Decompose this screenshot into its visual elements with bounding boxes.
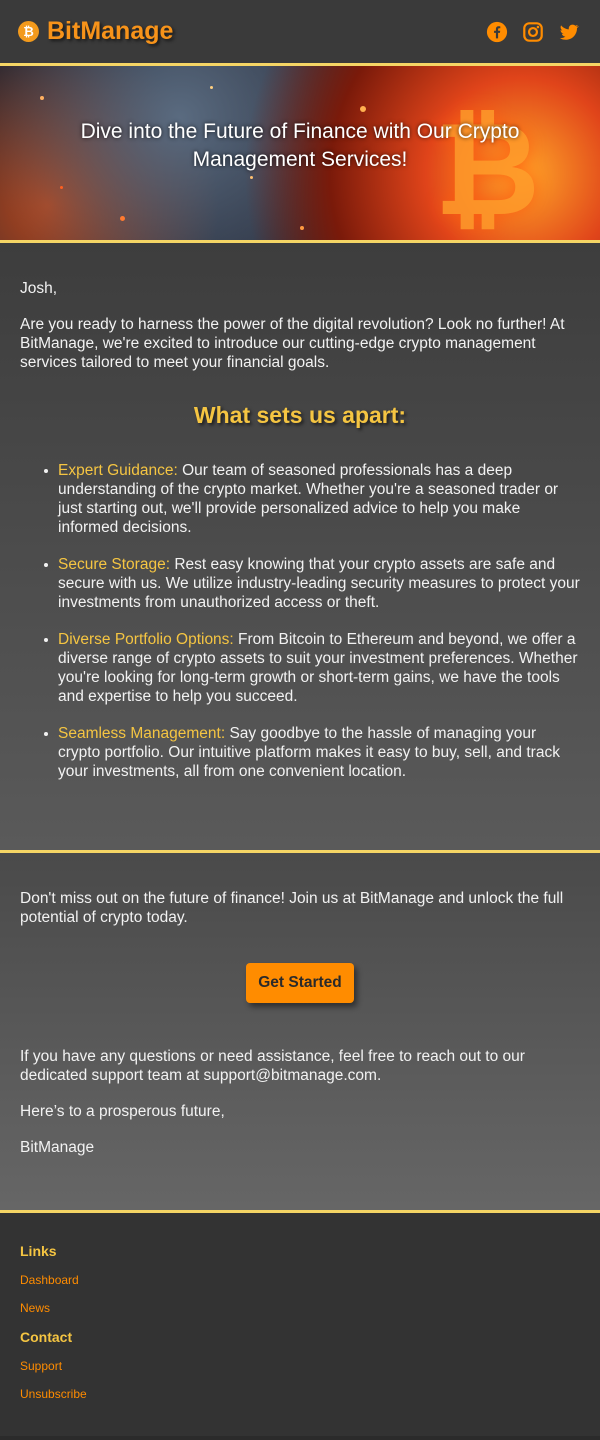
intro-text: Are you ready to harness the power of th… xyxy=(20,316,565,371)
section-title: What sets us apart: xyxy=(193,402,407,428)
feature-title: Secure Storage: xyxy=(58,556,171,573)
greeting: Josh, xyxy=(20,280,58,297)
bitcoin-logo-icon: ₿ xyxy=(18,21,39,42)
unsubscribe-link[interactable]: Unsubscribe xyxy=(20,1387,580,1401)
twitter-icon[interactable] xyxy=(558,21,580,43)
support-text: If you have any questions or need assist… xyxy=(20,1048,525,1084)
footer-links-heading: Links xyxy=(20,1243,57,1259)
feature-title: Diverse Portfolio Options: xyxy=(58,631,234,648)
list-item: Diverse Portfolio Options: From Bitcoin … xyxy=(44,630,580,706)
header: ₿ BitManage xyxy=(0,0,600,66)
footer-contact-heading: Contact xyxy=(20,1329,73,1345)
signature: BitManage xyxy=(20,1139,95,1156)
hero-banner: ₿ Dive into the Future of Finance with O… xyxy=(0,66,600,240)
get-started-button[interactable]: Get Started xyxy=(246,963,354,1003)
list-item: Secure Storage: Rest easy knowing that y… xyxy=(44,555,580,612)
hero-title: Dive into the Future of Finance with Our… xyxy=(80,120,520,171)
list-item: Expert Guidance: Our team of seasoned pr… xyxy=(44,461,580,537)
dashboard-link[interactable]: Dashboard xyxy=(20,1273,580,1287)
main-content: Josh, Are you ready to harness the power… xyxy=(0,243,600,853)
support-link[interactable]: Support xyxy=(20,1359,580,1373)
cta-text: Don't miss out on the future of finance!… xyxy=(20,890,564,926)
social-links xyxy=(486,21,580,43)
feature-list: Expert Guidance: Our team of seasoned pr… xyxy=(20,461,580,781)
footer: Links Dashboard News Contact Support Uns… xyxy=(0,1213,600,1436)
list-item: Seamless Management: Say goodbye to the … xyxy=(44,724,580,781)
feature-title: Seamless Management: xyxy=(58,725,226,742)
closing-text: Here’s to a prosperous future, xyxy=(20,1103,225,1120)
brand-name: BitManage xyxy=(47,17,174,45)
brand[interactable]: ₿ BitManage xyxy=(18,17,173,46)
cta-section: Don't miss out on the future of finance!… xyxy=(0,853,600,1213)
instagram-icon[interactable] xyxy=(522,21,544,43)
facebook-icon[interactable] xyxy=(486,21,508,43)
feature-title: Expert Guidance: xyxy=(58,462,178,479)
news-link[interactable]: News xyxy=(20,1301,580,1315)
